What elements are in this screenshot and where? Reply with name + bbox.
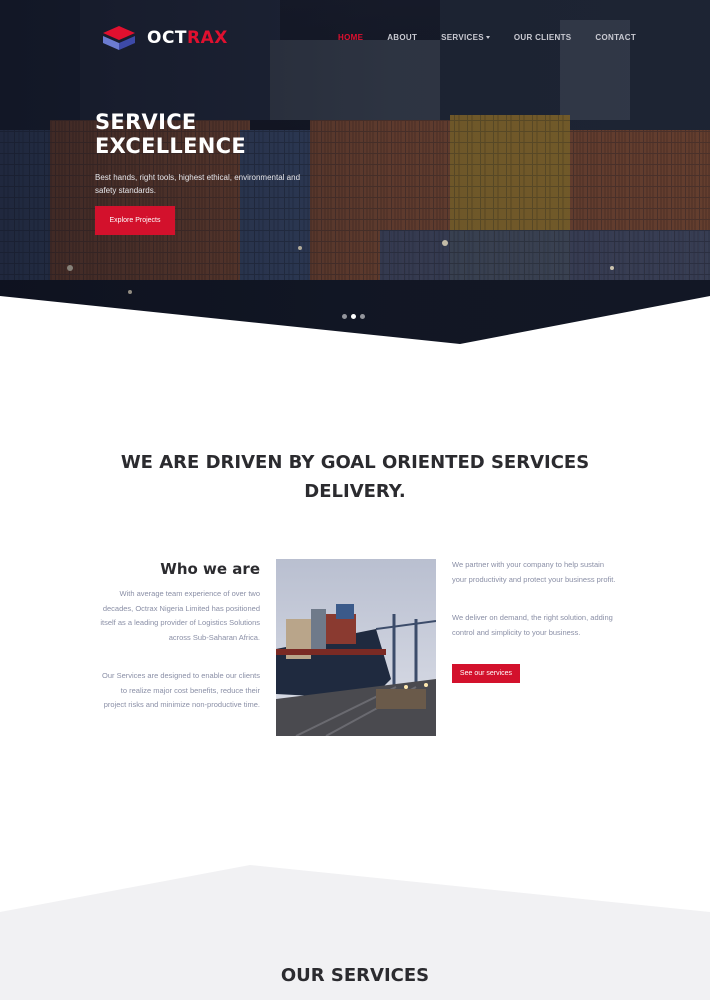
explore-projects-button[interactable]: Explore Projects	[95, 206, 175, 235]
carousel-dot-active[interactable]	[351, 314, 356, 319]
top-navbar: OCTRAX HOME ABOUT SERVICES OUR CLIENTS C…	[0, 0, 710, 76]
hero-title-line2: EXCELLENCE	[95, 134, 246, 158]
deliver-paragraph: We deliver on demand, the right solution…	[452, 613, 613, 637]
see-our-services-button[interactable]: See our services	[452, 664, 520, 683]
hero-title-line1: SERVICE	[95, 110, 197, 134]
main-nav: HOME ABOUT SERVICES OUR CLIENTS CONTACT	[338, 33, 660, 42]
nav-contact[interactable]: CONTACT	[595, 33, 636, 42]
hero-title: SERVICE EXCELLENCE	[95, 110, 345, 158]
nav-home[interactable]: HOME	[338, 33, 363, 42]
cargo-ship-image	[276, 559, 436, 736]
who-we-are-paragraph-1: With average team experience of over two…	[100, 589, 260, 642]
hero-tagline: Best hands, right tools, highest ethical…	[95, 173, 301, 195]
carousel-dot[interactable]	[360, 314, 365, 319]
hero-section: OCTRAX HOME ABOUT SERVICES OUR CLIENTS C…	[0, 0, 710, 345]
mission-heading: WE ARE DRIVEN BY GOAL ORIENTED SERVICES …	[120, 452, 590, 502]
partner-paragraph: We partner with your company to help sus…	[452, 560, 616, 584]
brand-logo[interactable]: OCTRAX	[99, 24, 228, 52]
brand-name: OCTRAX	[147, 28, 228, 48]
carousel-indicators	[342, 314, 365, 319]
nav-services[interactable]: SERVICES	[441, 33, 490, 42]
our-services-heading: OUR SERVICES	[280, 965, 430, 986]
nav-services-label: SERVICES	[441, 33, 484, 42]
logo-cube-icon	[103, 26, 135, 50]
chevron-down-icon	[485, 36, 490, 40]
who-we-are-paragraph-2: Our Services are designed to enable our …	[101, 671, 260, 709]
nav-about[interactable]: ABOUT	[387, 33, 417, 42]
nav-our-clients[interactable]: OUR CLIENTS	[514, 33, 572, 42]
carousel-dot[interactable]	[342, 314, 347, 319]
who-we-are-title: Who we are	[160, 560, 260, 578]
